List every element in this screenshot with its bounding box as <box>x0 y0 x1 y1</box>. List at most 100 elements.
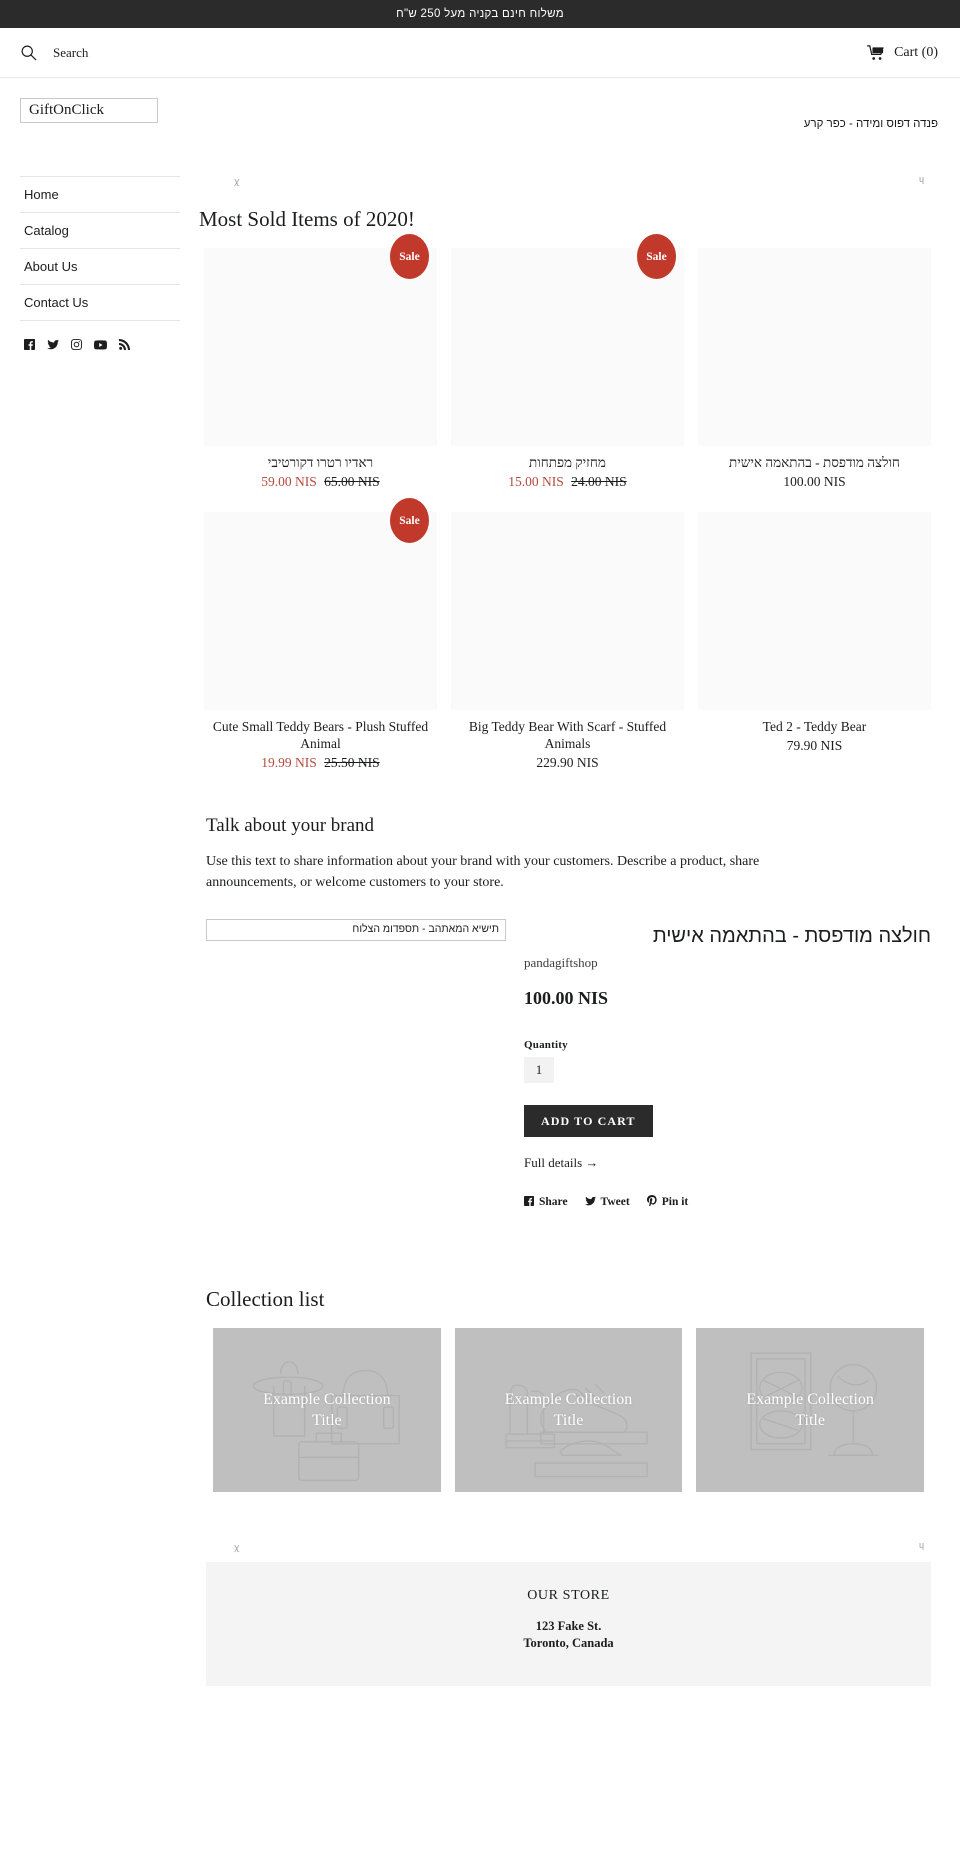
product-info: Ted 2 - Teddy Bear 79.90 NIS <box>698 710 931 754</box>
sidebar-link-home[interactable]: Home <box>24 187 178 202</box>
share-facebook-button[interactable]: Share <box>524 1195 568 1209</box>
announcement-bar: משלוח חינם בקניה מעל 250 ש"ח <box>0 0 960 28</box>
footer-address-line1: 123 Fake St. <box>535 1619 602 1633</box>
section-marker-right-bottom: ɥ <box>918 1540 924 1550</box>
product-title[interactable]: ראדיו רטרו דקורטיבי <box>204 454 437 471</box>
featured-product-media: תישיא המאתהב - תספדומ הצלוח <box>206 919 506 1209</box>
product-image[interactable]: Sale <box>450 234 684 446</box>
sidebar-nav: Home Catalog About Us Contact Us <box>20 176 180 321</box>
facebook-icon[interactable] <box>24 339 35 350</box>
sidebar-item-about-us[interactable]: About Us <box>20 249 180 285</box>
sidebar-item-catalog[interactable]: Catalog <box>20 213 180 249</box>
quantity-input[interactable] <box>524 1057 554 1083</box>
site-logo[interactable]: GiftOnClick <box>20 98 158 123</box>
branding-row: GiftOnClick פנדה דפוס ומידה - כפר קרע <box>0 78 960 134</box>
site-tagline: פנדה דפוס ומידה - כפר קרע <box>803 118 938 130</box>
featured-product-title: חולצה מודפסת - בהתאמה אישית <box>652 925 931 947</box>
product-info: Big Teddy Bear With Scarf - Stuffed Anim… <box>451 710 684 771</box>
twitter-icon <box>584 1196 596 1209</box>
sidebar: Home Catalog About Us Contact Us <box>20 134 180 350</box>
product-card: Big Teddy Bear With Scarf - Stuffed Anim… <box>444 512 691 793</box>
share-twitter-label: Tweet <box>600 1196 630 1208</box>
footer-address-line2: Toronto, Canada <box>523 1636 614 1650</box>
section-marker-row-top: ꭓ ɥ <box>197 174 938 196</box>
featured-product-section: תישיא המאתהב - תספדומ הצלוח חולצה מודפסת… <box>197 893 938 1209</box>
product-title[interactable]: מחזיק מפתחות <box>451 454 684 471</box>
sale-badge: Sale <box>389 234 429 279</box>
product-image[interactable] <box>697 512 931 710</box>
section-marker-left-bottom: ꭓ <box>234 1542 239 1552</box>
product-price-sale: 59.00 NIS <box>261 474 317 489</box>
featured-collection-title: Most Sold Items of 2020! <box>199 207 415 231</box>
rich-text-heading: Talk about your brand <box>206 815 375 836</box>
cart-button[interactable]: Cart (0) <box>867 45 938 61</box>
sale-badge: Sale <box>389 498 429 543</box>
share-twitter-button[interactable]: Tweet <box>584 1196 630 1209</box>
product-price: 15.00 NIS 24.00 NIS <box>451 473 684 490</box>
featured-product-info: חולצה מודפסת - בהתאמה אישית pandagiftsho… <box>524 919 931 1209</box>
rss-icon[interactable] <box>119 339 130 350</box>
rich-text-section: Talk about your brand Use this text to s… <box>197 793 938 893</box>
product-price-current: 79.90 NIS <box>786 738 843 753</box>
product-image[interactable] <box>697 248 931 446</box>
full-details-link[interactable]: Full details → <box>524 1155 931 1171</box>
sidebar-link-about-us[interactable]: About Us <box>24 259 178 274</box>
search-button[interactable]: Search <box>20 44 88 61</box>
product-title[interactable]: Ted 2 - Teddy Bear <box>698 718 931 735</box>
add-to-cart-button[interactable]: ADD TO CART <box>524 1105 653 1137</box>
share-pinterest-label: Pin it <box>661 1196 689 1208</box>
featured-product-price: 100.00 NIS <box>524 988 609 1008</box>
share-row: Share Tweet Pin it <box>524 1195 931 1209</box>
product-title[interactable]: Cute Small Teddy Bears - Plush Stuffed A… <box>204 718 437 752</box>
featured-product-image[interactable]: תישיא המאתהב - תספדומ הצלוח <box>206 919 506 941</box>
collection-card: Example Collection Title <box>206 1328 448 1492</box>
collection-card: Example Collection Title <box>689 1328 931 1492</box>
cart-label: Cart (0) <box>894 44 938 60</box>
product-price: 79.90 NIS <box>698 737 931 754</box>
product-image[interactable]: Sale <box>204 498 437 710</box>
product-title[interactable]: חולצה מודפסת - בהתאמה אישית <box>698 454 931 471</box>
youtube-icon[interactable] <box>94 339 107 350</box>
search-label: Search <box>53 44 89 60</box>
collection-tile-bags[interactable]: Example Collection Title <box>213 1328 441 1492</box>
product-price: 100.00 NIS <box>698 473 931 490</box>
main-content: ꭓ ɥ Most Sold Items of 2020! Sale ראדיו … <box>180 134 938 1686</box>
sidebar-item-home[interactable]: Home <box>20 177 180 213</box>
product-price: 229.90 NIS <box>451 754 684 771</box>
sidebar-item-contact-us[interactable]: Contact Us <box>20 285 180 321</box>
instagram-icon[interactable] <box>71 339 82 350</box>
footer-heading: OUR STORE <box>527 1588 610 1603</box>
sidebar-link-contact-us[interactable]: Contact Us <box>24 295 178 310</box>
product-price-compare: 24.00 NIS <box>571 474 627 489</box>
collection-card: Example Collection Title <box>448 1328 690 1492</box>
page-body: Home Catalog About Us Contact Us ꭓ ɥ Mos… <box>0 134 960 1686</box>
product-title[interactable]: Big Teddy Bear With Scarf - Stuffed Anim… <box>451 718 684 752</box>
share-pinterest-button[interactable]: Pin it <box>646 1195 689 1209</box>
collection-tile-shoes[interactable]: Example Collection Title <box>454 1328 683 1492</box>
collection-label: Example Collection Title <box>504 1391 633 1429</box>
collection-tile-accessories[interactable]: Example Collection Title <box>696 1328 924 1492</box>
product-image[interactable]: Sale <box>204 234 437 446</box>
product-image[interactable] <box>450 512 684 710</box>
product-card: Ted 2 - Teddy Bear 79.90 NIS <box>691 512 938 793</box>
product-price: 59.00 NIS 65.00 NIS <box>204 473 437 490</box>
product-card: Sale ראדיו רטרו דקורטיבי 59.00 NIS 65.00… <box>197 234 444 512</box>
sale-badge: Sale <box>636 234 676 279</box>
sidebar-link-catalog[interactable]: Catalog <box>24 223 178 238</box>
product-price-compare: 25.50 NIS <box>324 755 380 770</box>
product-price-compare: 65.00 NIS <box>324 474 380 489</box>
collection-list-heading: Collection list <box>206 1287 325 1311</box>
product-info: Cute Small Teddy Bears - Plush Stuffed A… <box>204 710 437 771</box>
cart-icon <box>867 44 885 61</box>
collection-grid: Example Collection Title Example Collect… <box>206 1328 931 1492</box>
featured-product-vendor: pandagiftshop <box>524 955 598 970</box>
product-price-current: 100.00 NIS <box>783 474 846 489</box>
twitter-icon[interactable] <box>47 339 59 350</box>
section-marker-right: ɥ <box>918 174 924 184</box>
quantity-label: Quantity <box>524 1039 568 1051</box>
product-price-current: 229.90 NIS <box>536 755 599 770</box>
collection-list-section: Collection list Example Collection Title… <box>197 1287 938 1492</box>
site-footer: OUR STORE 123 Fake St. Toronto, Canada <box>206 1562 931 1686</box>
product-card: Sale מחזיק מפתחות 15.00 NIS 24.00 NIS <box>444 234 691 512</box>
product-card: חולצה מודפסת - בהתאמה אישית 100.00 NIS <box>691 248 938 512</box>
